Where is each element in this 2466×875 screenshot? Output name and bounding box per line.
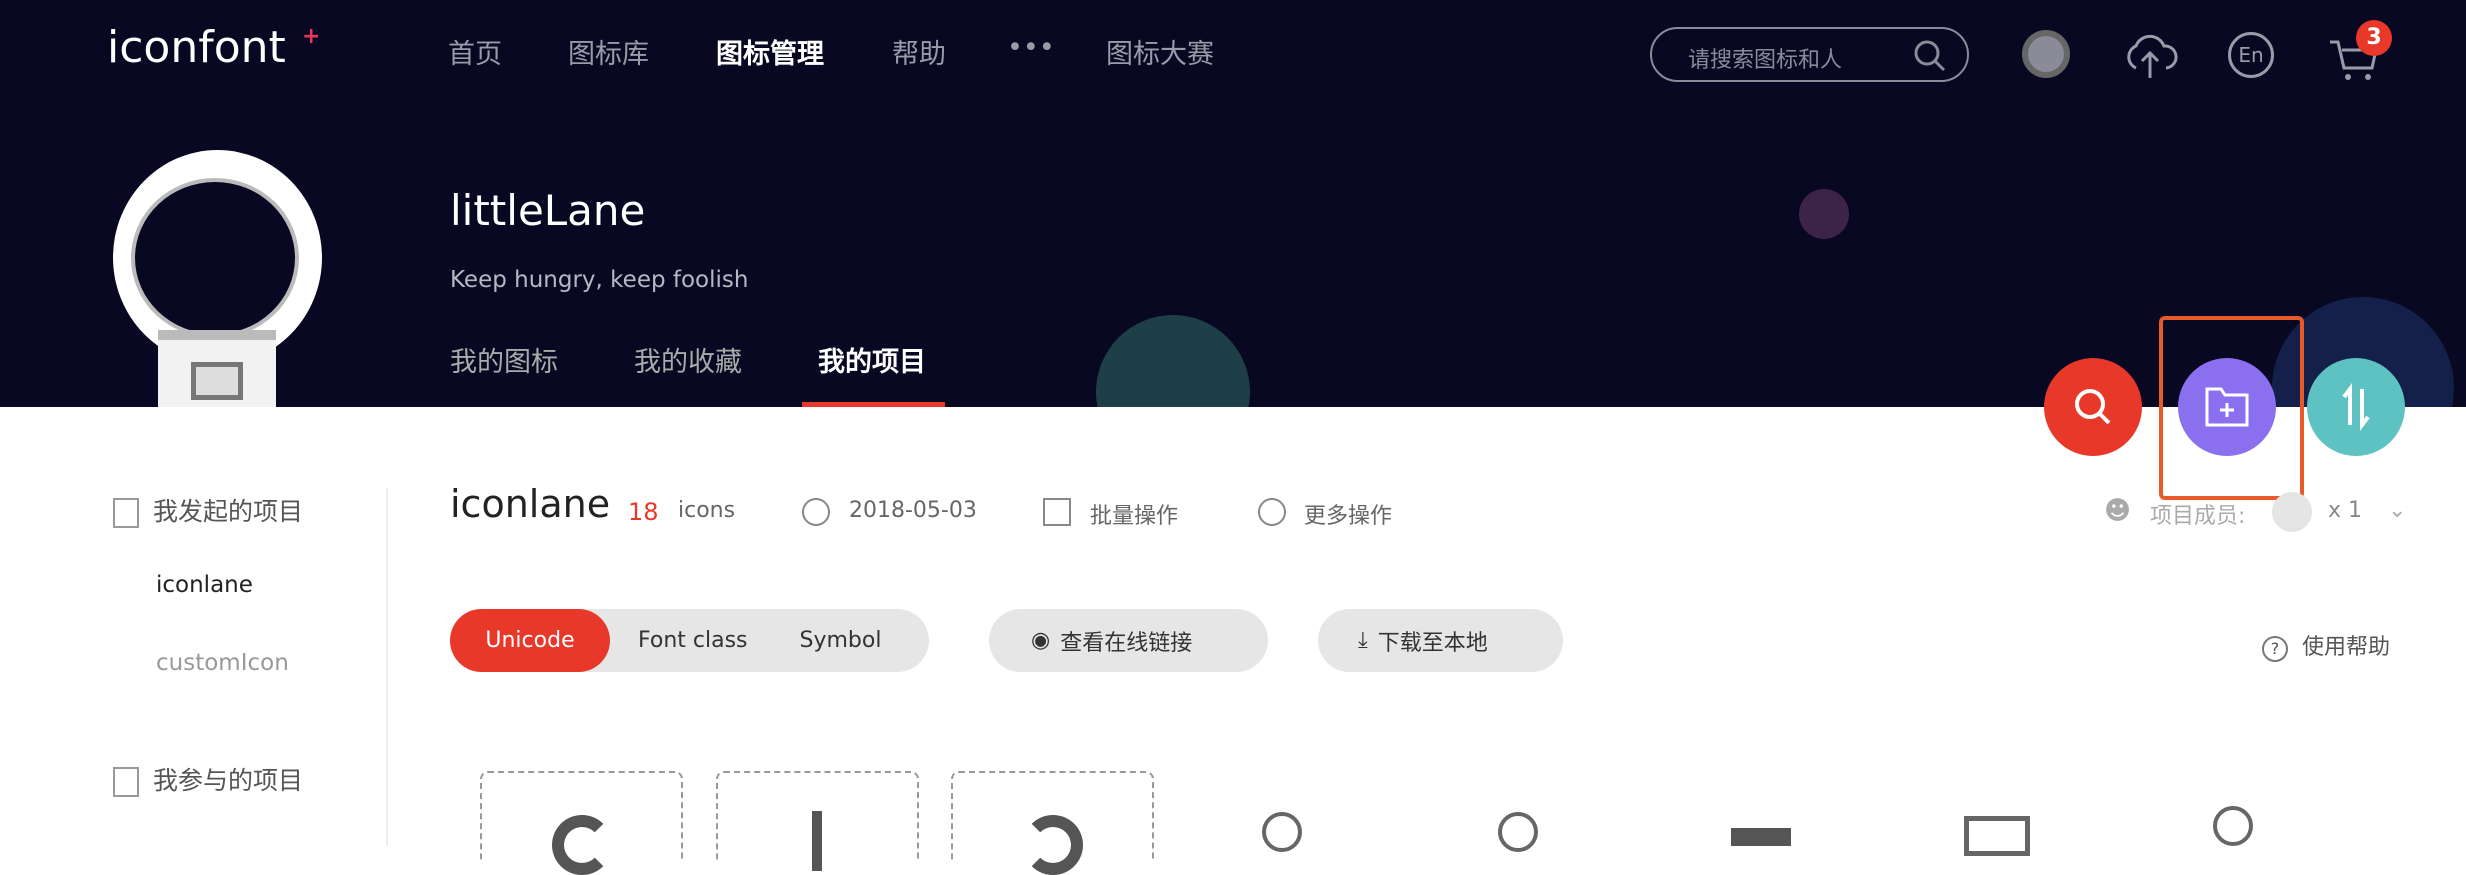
- members-icon: ☻: [2104, 496, 2132, 526]
- highlight-box: [2159, 316, 2304, 500]
- sort-button[interactable]: [2307, 358, 2405, 456]
- decor-planet: [1096, 315, 1250, 407]
- nav-home[interactable]: 首页: [448, 32, 502, 71]
- member-avatar: [2272, 492, 2312, 532]
- zoom-out-icon[interactable]: [1262, 812, 1302, 852]
- project-date: 2018-05-03: [849, 498, 977, 523]
- eye-icon: ◉: [1031, 628, 1051, 653]
- project-doc-icon: [113, 498, 139, 528]
- nav-more[interactable]: •••: [1007, 32, 1055, 63]
- download-icon: ⤓: [1358, 628, 1368, 653]
- profile-tagline: Keep hungry, keep foolish: [450, 267, 749, 293]
- more-operations-button[interactable]: 更多操作: [1304, 498, 1392, 530]
- project-doc-icon: [113, 767, 139, 797]
- batch-icon: [1043, 498, 1071, 526]
- nav-icon-library[interactable]: 图标库: [568, 32, 649, 71]
- active-tab-underline: [802, 402, 945, 407]
- chevron-down-icon[interactable]: ⌄: [2388, 498, 2406, 523]
- cart-badge: 3: [2356, 20, 2392, 56]
- code-mode-switch: Unicode Font class Symbol: [450, 609, 929, 672]
- help-link[interactable]: ? 使用帮助: [2262, 629, 2390, 662]
- nav-icon-management[interactable]: 图标管理: [716, 32, 824, 71]
- swap-icon[interactable]: [1731, 828, 1791, 846]
- icon-card-undo[interactable]: [951, 771, 1154, 875]
- view-online-link-button[interactable]: ◉ 查看在线链接: [989, 609, 1268, 672]
- mail-icon[interactable]: [1964, 816, 2030, 856]
- arrow-up-icon: [812, 811, 822, 871]
- profile-avatar: [113, 150, 322, 407]
- user-avatar[interactable]: [2022, 30, 2070, 78]
- redo-icon: [552, 815, 612, 875]
- more-icon: [1258, 498, 1286, 526]
- tab-my-favorites[interactable]: 我的收藏: [634, 340, 742, 379]
- nav-help[interactable]: 帮助: [892, 32, 946, 71]
- tab-my-icons[interactable]: 我的图标: [450, 340, 558, 379]
- icon-card-refresh[interactable]: [480, 771, 683, 875]
- mode-symbol[interactable]: Symbol: [800, 628, 882, 653]
- nav-contest[interactable]: 图标大赛: [1106, 32, 1214, 71]
- members-label: 项目成员:: [2150, 504, 2246, 529]
- joined-projects-heading: 我参与的项目: [113, 761, 303, 797]
- mode-unicode[interactable]: Unicode: [450, 609, 610, 672]
- zoom-in-icon[interactable]: [1498, 812, 1538, 852]
- tab-my-projects[interactable]: 我的项目: [818, 340, 926, 379]
- download-button[interactable]: ⤓ 下载至本地: [1318, 609, 1563, 672]
- project-title: iconlane: [450, 482, 611, 526]
- help-icon: ?: [2262, 636, 2288, 662]
- profile-name: littleLane: [450, 186, 646, 235]
- search-project-button[interactable]: [2044, 358, 2142, 456]
- sidebar-divider: [386, 488, 388, 846]
- decor-planet: [1799, 189, 1849, 239]
- language-toggle[interactable]: En: [2228, 32, 2274, 78]
- batch-operation-button[interactable]: 批量操作: [1090, 498, 1178, 530]
- sort-icon: [2342, 383, 2370, 431]
- sidebar-project-iconlane[interactable]: iconlane: [156, 572, 253, 598]
- search-icon[interactable]: [1912, 38, 1948, 74]
- upload-cloud-icon[interactable]: [2122, 30, 2178, 80]
- sidebar-project-customicon[interactable]: customIcon: [156, 650, 289, 676]
- clock-icon: [802, 498, 830, 526]
- search-icon: [2075, 389, 2111, 425]
- icon-card-arrow-up[interactable]: [716, 771, 919, 871]
- logo-plus-icon: +: [302, 24, 321, 49]
- profile-banner: iconfont + 首页 图标库 图标管理 帮助 ••• 图标大赛 请搜索图标…: [0, 0, 2466, 407]
- mode-font-class[interactable]: Font class: [638, 628, 748, 653]
- created-projects-heading: 我发起的项目: [113, 492, 303, 528]
- members-count: x 1: [2328, 498, 2363, 523]
- user-icon[interactable]: [2213, 806, 2253, 846]
- icon-count-unit: icons: [678, 498, 736, 523]
- icon-count: 18: [628, 498, 659, 526]
- logo[interactable]: iconfont: [107, 22, 286, 73]
- undo-icon: [1023, 815, 1083, 875]
